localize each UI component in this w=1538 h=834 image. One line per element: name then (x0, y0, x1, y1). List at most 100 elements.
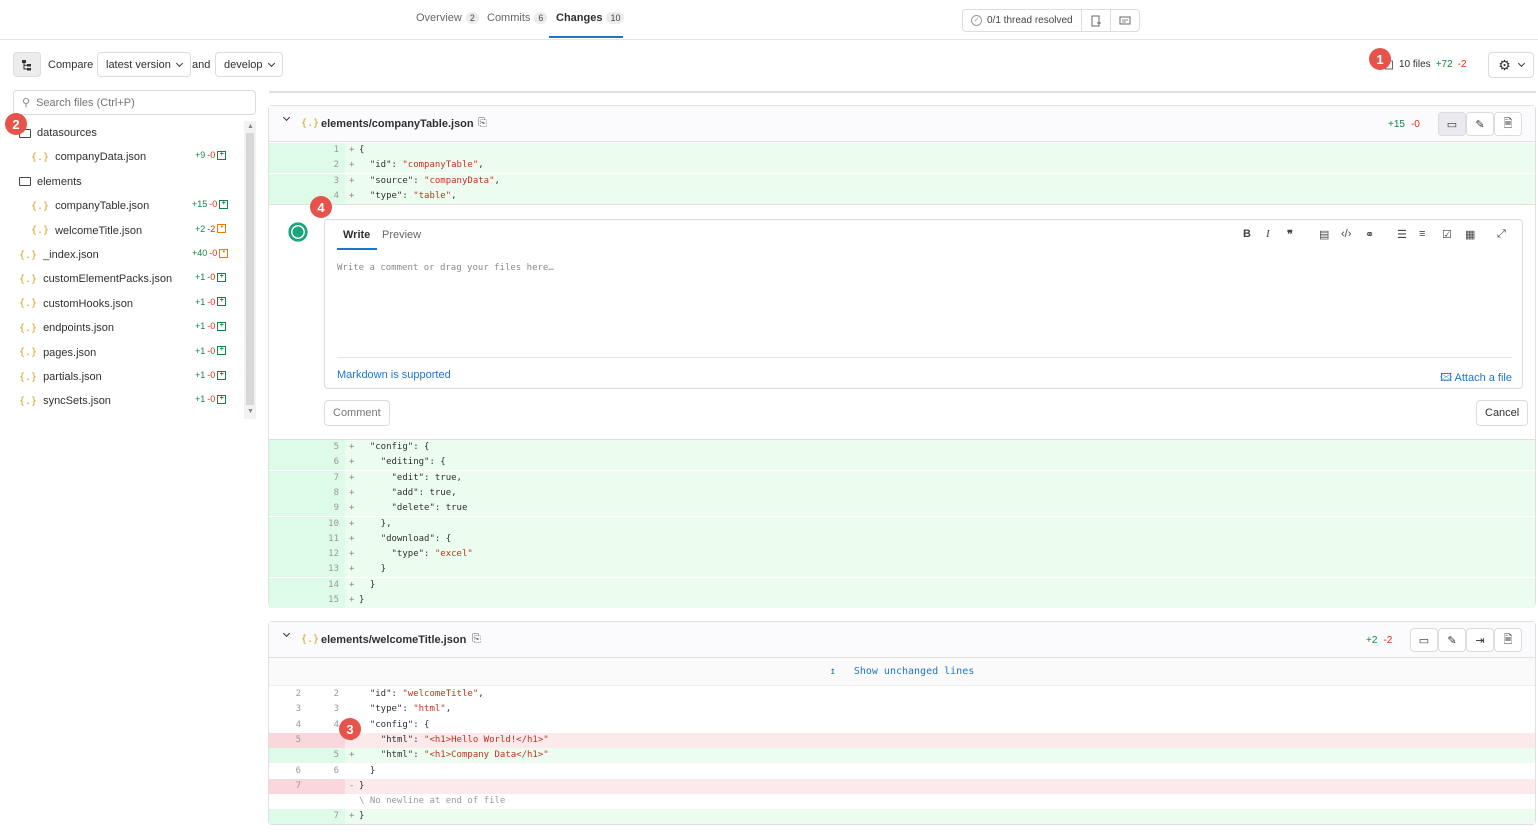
diff-line[interactable]: 5- "html": "<h1>Hello World!</h1>" (269, 732, 1535, 748)
comment-textarea[interactable]: Write a comment or drag your files here… (337, 263, 554, 273)
attach-file-link[interactable]: 🖾 Attach a file (1440, 369, 1512, 388)
new-line-number[interactable]: 14 (307, 577, 345, 593)
tab-write[interactable]: Write (343, 229, 370, 241)
code-icon[interactable]: ‹/› (1341, 228, 1351, 240)
new-line-number[interactable] (307, 732, 345, 748)
diff-line[interactable]: 10 + }, (269, 516, 1535, 532)
tab-changes[interactable]: Changes 10 (556, 12, 625, 24)
old-line-number[interactable] (269, 809, 307, 825)
sidebar-file-item[interactable]: {.} pages.json +1 -0 + (19, 343, 240, 363)
sidebar-file-item[interactable]: {.} _index.json +40 -0 • (19, 245, 240, 265)
new-line-number[interactable]: 9 (307, 501, 345, 517)
view-file-button[interactable]: 🗎 (1494, 112, 1522, 136)
show-unchanged-lines-button[interactable]: ↥ Show unchanged lines (269, 658, 1535, 686)
old-line-number[interactable] (269, 501, 307, 517)
diff-line[interactable]: 14 + } (269, 577, 1535, 593)
diff-line[interactable]: 6 + "editing": { (269, 455, 1535, 471)
collapse-chevron-icon[interactable] (282, 113, 291, 122)
edit-file-button[interactable]: ✎ (1466, 112, 1494, 136)
diff-line[interactable]: 66 } (269, 763, 1535, 779)
diff-line[interactable]: 3 + "source": "companyData", (269, 173, 1535, 189)
new-line-number[interactable]: 5 (307, 748, 345, 764)
diff-line[interactable]: 12 + "type": "excel" (269, 547, 1535, 563)
new-line-number[interactable]: 8 (307, 485, 345, 501)
sidebar-file-item[interactable]: {.} welcomeTitle.json +2 -2 • (31, 221, 240, 241)
italic-icon[interactable]: I (1266, 228, 1270, 240)
sidebar-file-item[interactable]: {.} syncSets.json +1 -0 + (19, 391, 240, 411)
sidebar-file-item[interactable]: {.} customElementPacks.json +1 -0 + (19, 269, 240, 289)
new-line-number[interactable]: 7 (307, 809, 345, 825)
target-branch-dropdown[interactable]: develop (215, 52, 283, 77)
diff-line[interactable]: 7 +} (269, 809, 1535, 825)
old-line-number[interactable] (269, 158, 307, 174)
bullet-list-icon[interactable]: ☰ (1397, 228, 1407, 241)
old-line-number[interactable] (269, 143, 307, 158)
new-line-number[interactable]: 7 (307, 470, 345, 486)
diff-line[interactable]: 15 +} (269, 593, 1535, 608)
old-line-number[interactable] (269, 794, 307, 809)
old-line-number[interactable]: 3 (269, 702, 307, 717)
scroll-up-arrow-icon[interactable]: ▲ (247, 123, 254, 130)
file-tree-toggle-button[interactable] (13, 52, 41, 77)
sidebar-file-item[interactable]: {.} companyData.json +9 -0 + (31, 147, 240, 167)
file-search-box[interactable]: ⚲ (13, 90, 256, 115)
diff-line[interactable]: 5 + "html": "<h1>Company Data</h1>" (269, 748, 1535, 764)
edit-file-button[interactable]: ✎ (1438, 628, 1466, 652)
quote-icon[interactable]: ❞ (1287, 228, 1293, 241)
old-line-number[interactable] (269, 470, 307, 486)
task-list-icon[interactable]: ☑ (1442, 228, 1452, 241)
view-file-button[interactable]: 🗎 (1494, 628, 1522, 652)
search-input[interactable] (36, 96, 237, 109)
old-line-number[interactable] (269, 562, 307, 578)
old-line-number[interactable] (269, 531, 307, 547)
diff-line[interactable]: 5 + "config": { (269, 440, 1535, 455)
new-line-number[interactable]: 6 (307, 764, 345, 779)
new-line-number[interactable]: 11 (307, 531, 345, 547)
new-line-number[interactable]: 13 (307, 562, 345, 578)
new-line-number[interactable]: 15 (307, 593, 345, 608)
toggle-comments-button[interactable]: ▭ (1438, 112, 1466, 136)
sidebar-file-item[interactable]: {.} customHooks.json +1 -0 + (19, 294, 240, 314)
collapse-chevron-icon[interactable] (282, 629, 291, 638)
sidebar-file-item[interactable]: {.} endpoints.json +1 -0 + (19, 318, 240, 338)
source-version-dropdown[interactable]: latest version (97, 52, 191, 77)
tab-preview[interactable]: Preview (382, 229, 421, 241)
diff-line[interactable]: 7 -} (269, 778, 1535, 794)
old-line-number[interactable] (269, 455, 307, 471)
link-icon[interactable]: ⚭ (1365, 228, 1374, 241)
diff-line[interactable]: 1 + { (269, 143, 1535, 158)
new-line-number[interactable]: 12 (307, 547, 345, 563)
diff-line[interactable]: 2 + "id": "companyTable", (269, 158, 1535, 174)
old-line-number[interactable]: 4 (269, 718, 307, 733)
jump-to-thread-button[interactable] (1082, 10, 1111, 31)
sidebar-folder[interactable]: datasources (19, 123, 240, 143)
new-line-number[interactable]: 1 (307, 143, 345, 158)
comment-button[interactable]: Comment (324, 400, 390, 426)
markdown-supported-link[interactable]: Markdown is supported (337, 369, 451, 381)
scroll-down-arrow-icon[interactable]: ▼ (247, 408, 254, 415)
new-line-number[interactable] (307, 794, 345, 809)
sidebar-file-item[interactable]: {.} partials.json +1 -0 + (19, 367, 240, 387)
sidebar-file-item[interactable]: {.} companyTable.json +15 -0 + (31, 196, 240, 216)
new-line-number[interactable]: 6 (307, 455, 345, 471)
diff-line[interactable]: 7 + "edit": true, (269, 470, 1535, 486)
old-line-number[interactable]: 2 (269, 687, 307, 702)
old-line-number[interactable]: 7 (269, 778, 307, 794)
file-path[interactable]: elements/welcomeTitle.json (321, 634, 466, 646)
diff-line[interactable]: 4 + "type": "table", (269, 188, 1535, 204)
old-line-number[interactable] (269, 173, 307, 189)
old-line-number[interactable] (269, 188, 307, 204)
new-line-number[interactable]: 2 (307, 158, 345, 174)
old-line-number[interactable] (269, 748, 307, 764)
insert-suggestion-icon[interactable]: ▤ (1319, 228, 1329, 241)
file-path[interactable]: elements/companyTable.json (321, 118, 474, 130)
copy-path-icon[interactable]: ⎘ (472, 633, 481, 646)
fullscreen-icon[interactable]: ⤢ (1497, 228, 1506, 241)
diff-line[interactable]: 11 + "download": { (269, 531, 1535, 547)
old-line-number[interactable]: 5 (269, 732, 307, 748)
diff-line[interactable]: 8 + "add": true, (269, 485, 1535, 501)
new-line-number[interactable]: 3 (307, 173, 345, 189)
diff-line[interactable]: 22 "id": "welcomeTitle", (269, 687, 1535, 702)
new-line-number[interactable]: 10 (307, 516, 345, 532)
table-icon[interactable]: ▦ (1465, 228, 1475, 241)
